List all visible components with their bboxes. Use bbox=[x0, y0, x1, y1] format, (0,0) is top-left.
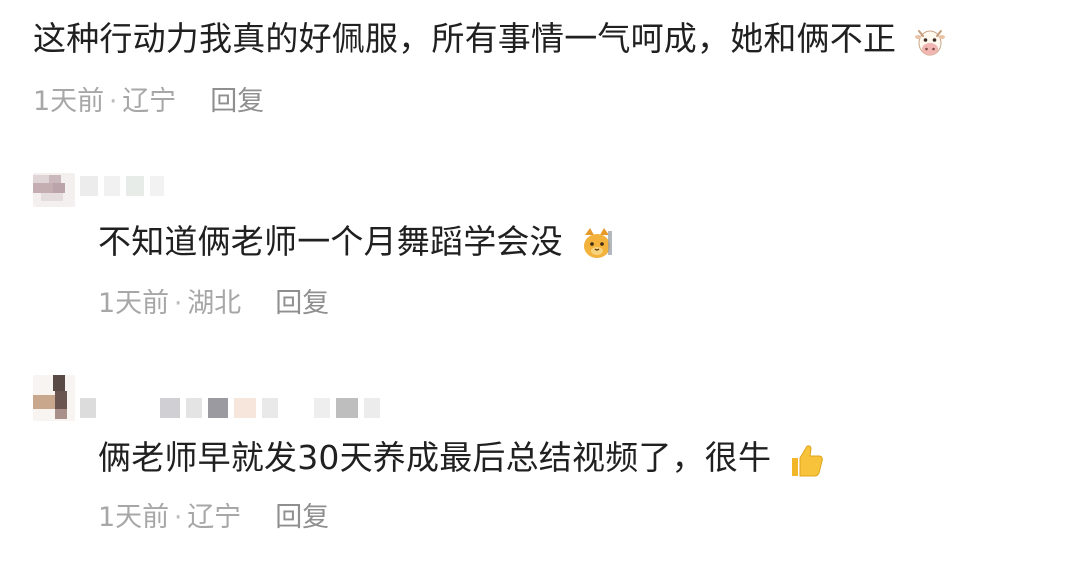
comment-location: 湖北 bbox=[187, 288, 242, 319]
blur-block bbox=[150, 176, 164, 196]
blurred-avatar-image bbox=[33, 375, 75, 421]
comment-text-container: 俩老师早就发30天养成最后总结视频了，很牛 bbox=[98, 436, 826, 480]
meta-separator: · bbox=[173, 288, 183, 319]
blur-block bbox=[234, 398, 256, 418]
comment-meta: 1天前 · 辽宁 回复 bbox=[33, 84, 264, 120]
username-blurred[interactable] bbox=[80, 398, 380, 418]
comment-time: 1天前 bbox=[98, 502, 170, 533]
comment-meta: 1天前 · 湖北 回复 bbox=[98, 286, 329, 322]
meta-separator: · bbox=[173, 502, 183, 533]
blur-block bbox=[314, 398, 330, 418]
blur-block bbox=[336, 398, 358, 418]
blur-block bbox=[160, 398, 180, 418]
blur-block bbox=[126, 176, 144, 196]
reply-button[interactable]: 回复 bbox=[275, 286, 329, 322]
cat-face-icon bbox=[583, 227, 612, 258]
comment-time: 1天前 bbox=[98, 288, 170, 319]
comment-time: 1天前 bbox=[33, 86, 105, 117]
comment-text-container: 不知道俩老师一个月舞蹈学会没 bbox=[98, 220, 616, 264]
blur-block bbox=[262, 398, 278, 418]
blur-block bbox=[80, 176, 98, 196]
comment-location: 辽宁 bbox=[187, 502, 242, 533]
username-blurred[interactable] bbox=[80, 176, 164, 196]
comment-text: 不知道俩老师一个月舞蹈学会没 bbox=[98, 222, 563, 261]
meta-separator: · bbox=[108, 86, 118, 117]
reply-button[interactable]: 回复 bbox=[210, 84, 264, 120]
blurred-avatar-image bbox=[33, 173, 75, 207]
comment-text: 俩老师早就发30天养成最后总结视频了，很牛 bbox=[98, 438, 772, 477]
avatar[interactable] bbox=[33, 173, 75, 207]
blur-block bbox=[364, 398, 380, 418]
comment-meta: 1天前 · 辽宁 回复 bbox=[98, 500, 329, 536]
reply-button[interactable]: 回复 bbox=[275, 500, 329, 536]
comment-location: 辽宁 bbox=[122, 86, 177, 117]
blur-block bbox=[80, 398, 96, 418]
thumbs-up-icon bbox=[791, 444, 823, 476]
comment-text: 这种行动力我真的好佩服，所有事情一气呵成，她和俩不正 bbox=[33, 19, 897, 58]
blur-block bbox=[104, 176, 120, 196]
cow-face-icon bbox=[914, 29, 945, 55]
blur-block bbox=[284, 398, 308, 418]
comment-text-container: 这种行动力我真的好佩服，所有事情一气呵成，她和俩不正 bbox=[33, 17, 949, 61]
blur-block bbox=[208, 398, 228, 418]
blur-block bbox=[186, 398, 202, 418]
blur-block bbox=[102, 398, 154, 418]
avatar[interactable] bbox=[33, 375, 75, 421]
